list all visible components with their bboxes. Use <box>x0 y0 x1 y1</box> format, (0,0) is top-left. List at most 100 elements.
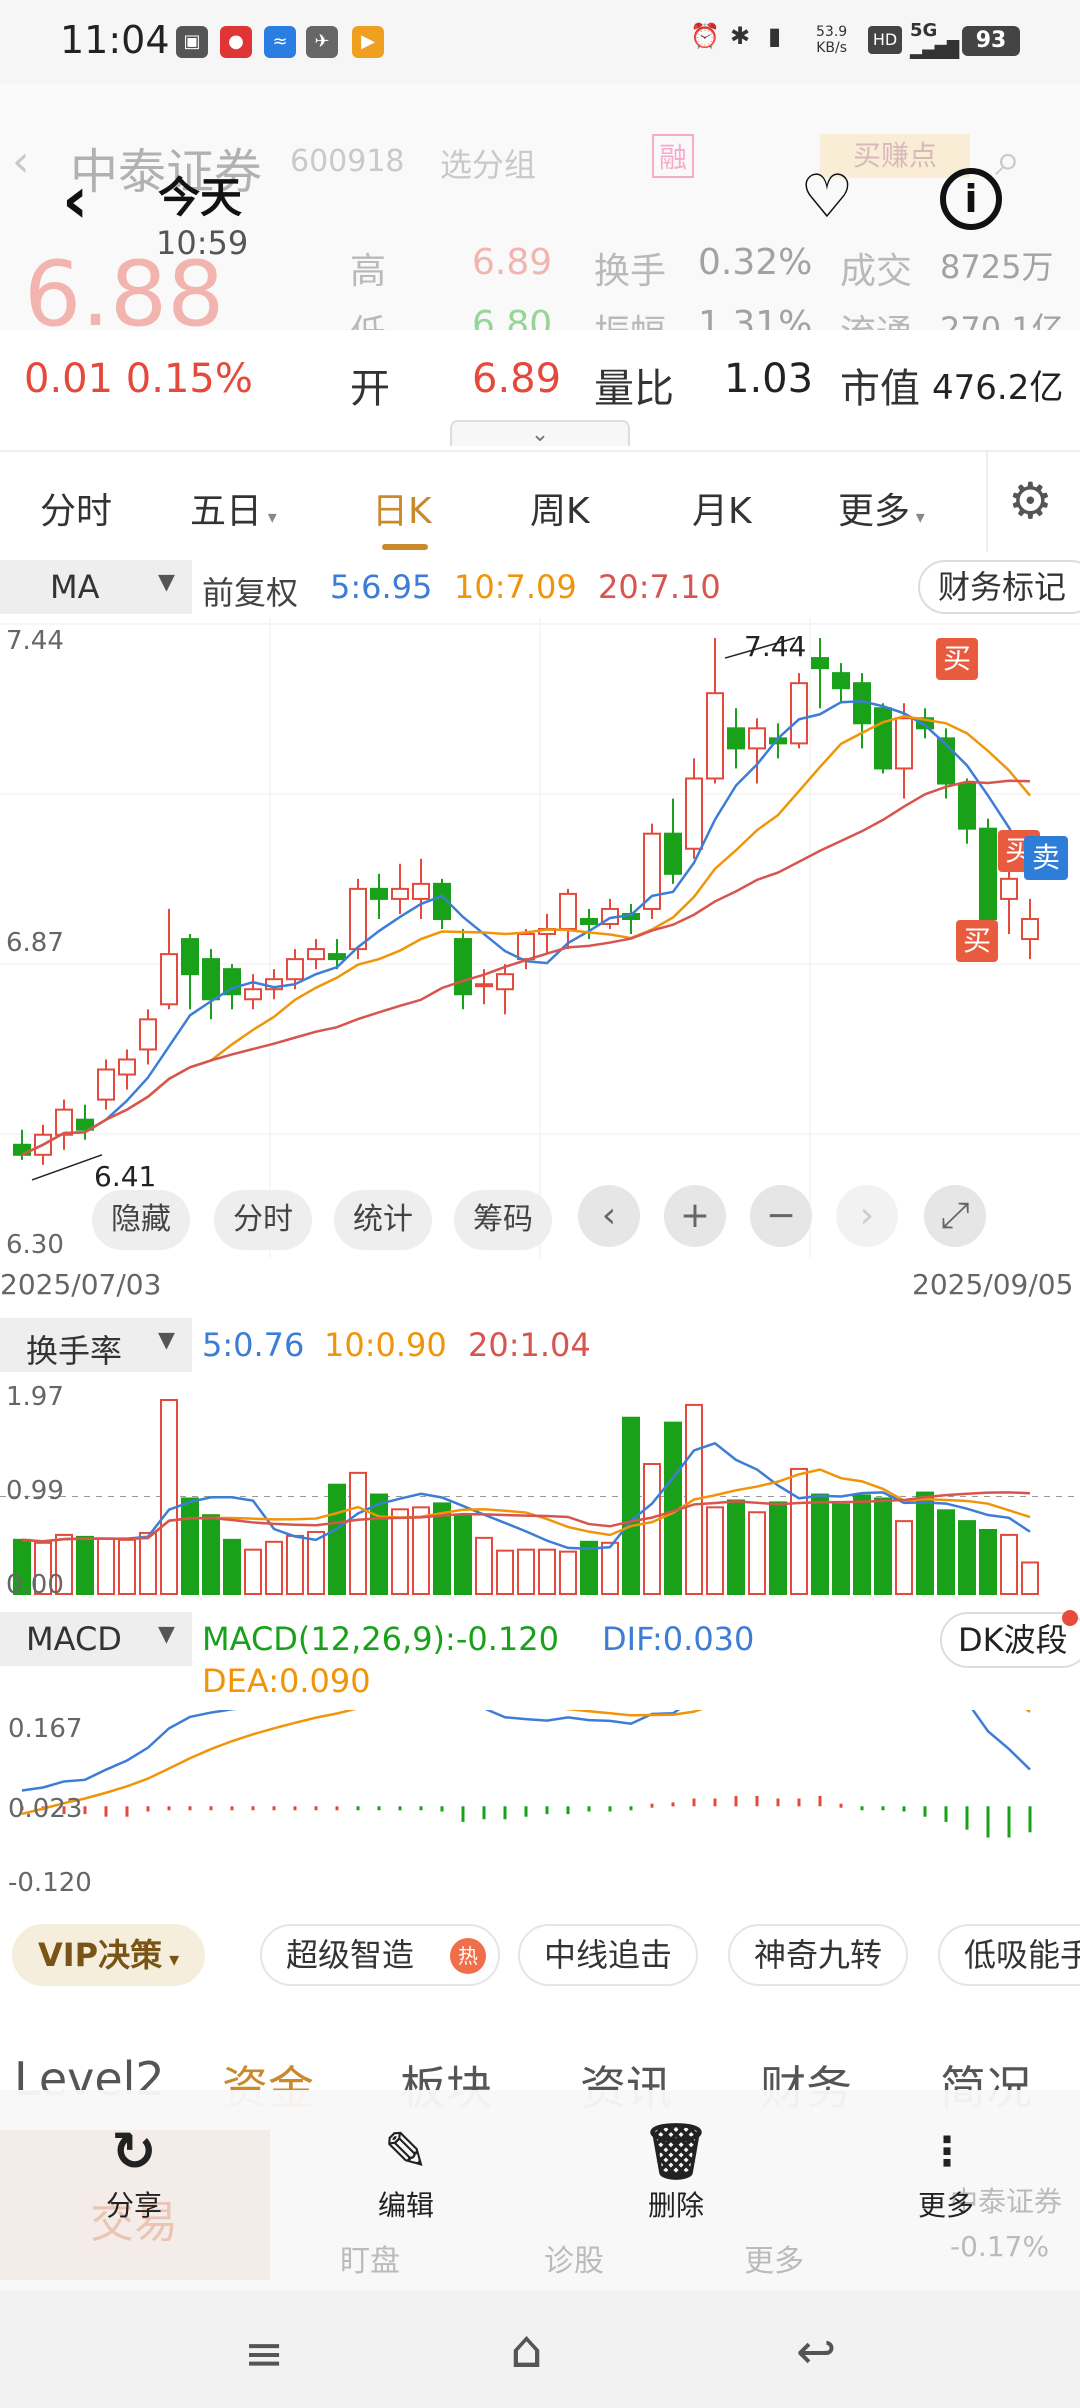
turnover-chart[interactable]: 1.97 0.99 0.00 <box>0 1380 1080 1600</box>
active-tab-indicator <box>382 544 428 550</box>
more-button[interactable]: ⋮ 更多 <box>876 2120 1016 2224</box>
pill-low-buy[interactable]: 低吸能手 <box>938 1924 1080 1986</box>
adjust-label[interactable]: 前复权 <box>202 568 298 614</box>
chevron-right-icon[interactable]: › <box>836 1185 898 1247</box>
tab-day-k[interactable]: 日K <box>372 482 432 534</box>
turnover-bar <box>160 1399 178 1595</box>
turnover-bar <box>370 1493 388 1595</box>
pill-super-smart[interactable]: 超级智造热 <box>260 1924 500 1986</box>
turnover-bar <box>874 1497 892 1595</box>
ma-selector[interactable]: MA ▼ <box>0 560 192 614</box>
candle-body <box>895 717 913 770</box>
delete-button[interactable]: 🗑 删除 <box>606 2120 746 2224</box>
candle-body <box>496 973 514 991</box>
turnover-bar <box>97 1537 115 1596</box>
turnover-svg <box>0 1399 1080 1596</box>
turnover-bar <box>328 1483 346 1595</box>
hide-button[interactable]: 隐藏 <box>92 1190 190 1250</box>
ratio-label: 量比 <box>594 366 674 412</box>
date-end: 2025/09/05 <box>912 1268 1074 1301</box>
network-type: 5G <box>910 20 938 41</box>
home-icon[interactable]: ⌂ <box>510 2320 543 2380</box>
app-notification-icon: ▶ <box>352 26 384 58</box>
pill-magic-nine[interactable]: 神奇九转 <box>728 1924 909 1986</box>
title-time: 10:59 <box>156 224 249 262</box>
candle-body <box>832 672 850 690</box>
turnover-bar <box>475 1536 493 1596</box>
candle-body <box>580 917 598 925</box>
turnover-label: 换手率 <box>26 1332 123 1370</box>
sell-signal[interactable]: 卖 <box>1024 836 1068 880</box>
macd-header: MACD ▼ MACD(12,26,9):-0.120 DIF:0.030 DE… <box>0 1600 1080 1710</box>
tab-fenshi[interactable]: 分时 <box>40 482 112 534</box>
period-tabs: 分时 五日 ▾ 日K 周K 月K 更多 ▾ ⚙ <box>0 450 1080 552</box>
vip-decision-button[interactable]: VIP决策 ▾ <box>12 1924 206 1986</box>
dk-band-button[interactable]: DK波段 <box>940 1612 1080 1668</box>
turnover-bar <box>412 1506 430 1595</box>
tab-week-k[interactable]: 周K <box>530 482 590 534</box>
candle-body <box>307 948 325 961</box>
macd-selector[interactable]: MACD ▼ <box>0 1612 192 1666</box>
trash-icon: 🗑 <box>641 2120 711 2183</box>
macd-dea: DEA:0.090 <box>202 1662 371 1700</box>
chevron-left-icon[interactable]: ‹ <box>578 1185 640 1247</box>
date-start: 2025/07/03 <box>0 1268 162 1301</box>
bg-label: 盯盘 <box>340 2244 400 2279</box>
mcap-value: 476.2亿 <box>932 368 1064 408</box>
turnover-bar <box>1000 1533 1018 1596</box>
info-icon[interactable]: i <box>940 168 1002 230</box>
signal-icon: ▂▄▆█ <box>910 40 960 59</box>
zoom-out-icon[interactable]: − <box>750 1185 812 1247</box>
fullscreen-icon[interactable]: ⤢ <box>924 1185 986 1247</box>
telecom-icon: ✈ <box>306 26 338 58</box>
macd-chart[interactable]: 0.167 0.023 -0.120 <box>0 1637 1080 1900</box>
candle-body <box>706 692 724 780</box>
heart-icon[interactable]: ♡ <box>800 162 854 232</box>
menu-icon[interactable]: ≡ <box>244 2326 284 2382</box>
turnover-bar <box>391 1508 409 1595</box>
tab-more[interactable]: 更多 ▾ <box>838 482 925 534</box>
chips-button[interactable]: 筹码 <box>454 1190 552 1250</box>
pill-midline[interactable]: 中线追击 <box>518 1924 699 1986</box>
buy-signal[interactable]: 买 <box>956 920 998 962</box>
app-notification-icon: ▣ <box>176 26 208 58</box>
turnover-bar <box>811 1493 829 1595</box>
delete-label: 删除 <box>647 2189 704 2222</box>
candle-body <box>727 727 745 750</box>
more-dots-icon: ⋮ <box>927 2129 967 2175</box>
back-nav-icon[interactable]: ↩ <box>796 2324 836 2380</box>
title-main: 今天 <box>158 173 243 222</box>
macd-y3: -0.120 <box>8 1868 92 1898</box>
turnover-ymax: 1.97 <box>6 1382 64 1412</box>
turnover-selector[interactable]: 换手率 ▼ <box>0 1318 192 1372</box>
fenshi-button[interactable]: 分时 <box>214 1190 312 1250</box>
edit-button[interactable]: ✎ 编辑 <box>336 2120 476 2224</box>
turnover-bar <box>1021 1561 1039 1595</box>
turnover-bar <box>559 1550 577 1595</box>
macd-svg <box>20 1637 1032 1838</box>
turnover-bar <box>76 1535 94 1596</box>
back-icon[interactable]: ‹ <box>62 164 88 238</box>
y-mid-label: 6.87 <box>6 928 64 958</box>
candle-body <box>475 983 493 988</box>
hot-badge: 热 <box>450 1938 486 1974</box>
kline-chart[interactable]: 7.44 6.87 6.30 2025/07/03 2025/09/05 7.4… <box>0 618 1080 1308</box>
buy-signal[interactable]: 买 <box>936 638 978 680</box>
share-label: 分享 <box>105 2189 162 2222</box>
quote-panel: 0.01 0.15% 开 6.89 量比 1.03 市值 476.2亿 ⌄ <box>0 330 1080 448</box>
turnover-header: 换手率 ▼ 5:0.76 10:0.90 20:1.04 <box>0 1310 1080 1380</box>
zoom-in-icon[interactable]: + <box>664 1185 726 1247</box>
expand-chevron-icon[interactable]: ⌄ <box>450 420 630 447</box>
status-bar: 11:04 ▣ ● ≈ ✈ ▶ ⏰ ✱ ▮ 53.9 KB/s HD 5G ▂▄▆… <box>0 0 1080 84</box>
settings-gear-icon[interactable]: ⚙ <box>1008 472 1053 530</box>
candle-body <box>349 887 367 951</box>
candle-body <box>664 832 682 875</box>
turnover-ma20: 20:1.04 <box>468 1326 591 1364</box>
turnover-bar <box>895 1520 913 1595</box>
tab-month-k[interactable]: 月K <box>692 482 752 534</box>
tab-five-day[interactable]: 五日 ▾ <box>190 482 277 534</box>
turnover-bar <box>727 1499 745 1595</box>
finance-mark-button[interactable]: 财务标记 <box>918 560 1080 614</box>
share-button[interactable]: ↻ 分享 <box>64 2120 204 2224</box>
stats-button[interactable]: 统计 <box>334 1190 432 1250</box>
